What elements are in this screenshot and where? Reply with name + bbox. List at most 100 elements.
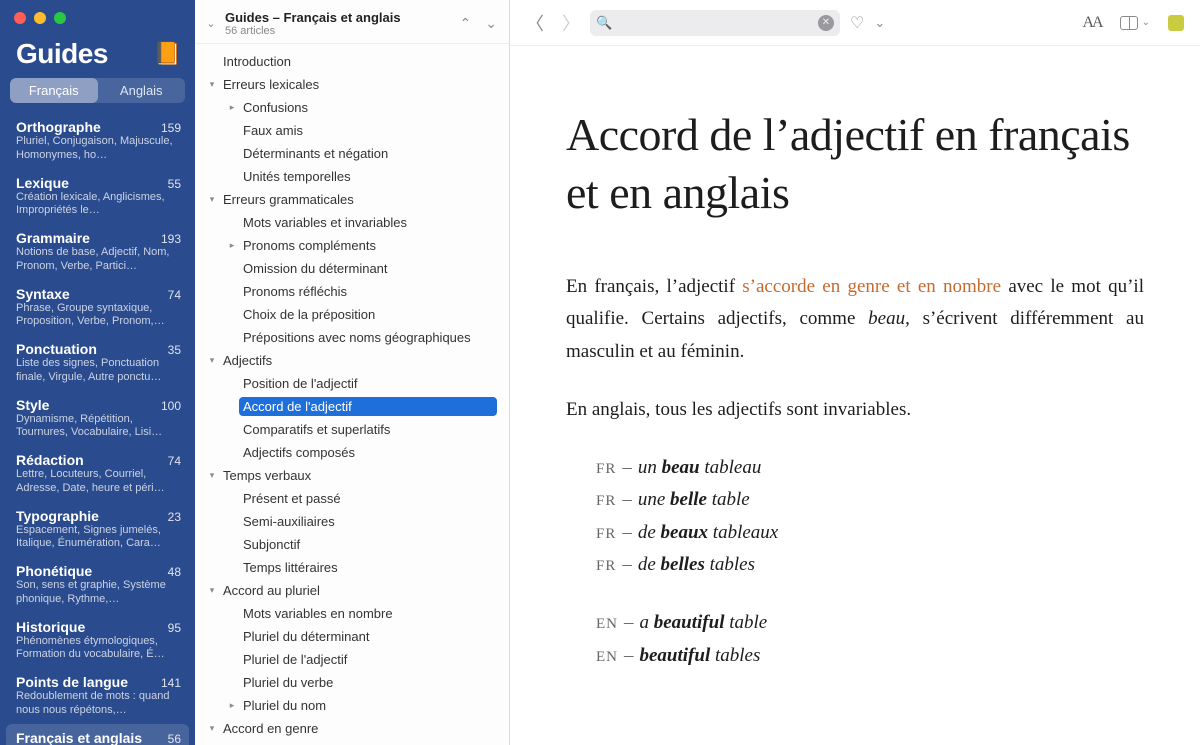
outline-label: Pronoms compléments	[239, 236, 497, 255]
example-lang: FR	[596, 558, 616, 574]
outline-item[interactable]: Faux amis	[199, 119, 505, 142]
outline-item[interactable]: Semi-auxiliaires	[199, 510, 505, 533]
tab-anglais[interactable]: Anglais	[98, 78, 186, 103]
outline-header: ⌄ Guides – Français et anglais 56 articl…	[195, 0, 509, 44]
outline-item[interactable]: Choix de la préposition	[199, 303, 505, 326]
category-title: Typographie	[16, 508, 99, 524]
outline-item[interactable]: Pluriel du nom	[199, 694, 505, 717]
category-title: Historique	[16, 619, 85, 635]
category-item[interactable]: Grammaire193Notions de base, Adjectif, N…	[0, 224, 195, 280]
content-pane: 〈 〉 🔍 ✕ ♡ ⌄ AA ⌄ Accord de l’adjectif en…	[510, 0, 1200, 745]
outline-item[interactable]: Pluriel du verbe	[199, 671, 505, 694]
disclosure-down-icon[interactable]	[205, 79, 219, 90]
outline-label: Mots variables et invariables	[239, 213, 497, 232]
category-item[interactable]: Typographie23Espacement, Signes jumelés,…	[0, 502, 195, 558]
outline-label: Erreurs grammaticales	[219, 190, 497, 209]
minimize-window-button[interactable]	[34, 12, 46, 24]
zoom-window-button[interactable]	[54, 12, 66, 24]
outline-item[interactable]: Pluriel de l'adjectif	[199, 648, 505, 671]
category-sub: Liste des signes, Ponctuation finale, Vi…	[16, 357, 181, 385]
category-item[interactable]: Style100Dynamisme, Répétition, Tournures…	[0, 391, 195, 447]
category-title: Style	[16, 397, 49, 413]
book-icon: 📙	[154, 41, 181, 67]
close-window-button[interactable]	[14, 12, 26, 24]
disclosure-right-icon[interactable]	[225, 240, 239, 251]
outline-item[interactable]: Erreurs grammaticales	[199, 188, 505, 211]
disclosure-down-icon[interactable]	[205, 194, 219, 205]
category-item[interactable]: Lexique55Création lexicale, Anglicismes,…	[0, 169, 195, 225]
outline-item[interactable]: Subjonctif	[199, 533, 505, 556]
outline-item[interactable]: Adjectifs	[199, 349, 505, 372]
disclosure-right-icon[interactable]	[225, 102, 239, 113]
category-title: Phonétique	[16, 563, 92, 579]
outline-next-icon[interactable]: ⌄	[485, 15, 497, 32]
outline-item[interactable]: Présent et passé	[199, 487, 505, 510]
outline-item[interactable]: Omission du déterminant	[199, 257, 505, 280]
outline-item[interactable]: Comparatifs et superlatifs	[199, 418, 505, 441]
example-lang: EN	[596, 616, 618, 632]
outline-item[interactable]: Généralités	[199, 740, 505, 745]
category-item[interactable]: Points de langue141Redoublement de mots …	[0, 668, 195, 724]
outline-item[interactable]: Mots variables et invariables	[199, 211, 505, 234]
favorite-icon[interactable]: ♡	[850, 13, 864, 33]
outline-collapse-icon[interactable]: ⌄	[205, 17, 217, 30]
favorite-menu-icon[interactable]: ⌄	[874, 15, 885, 31]
disclosure-down-icon[interactable]	[205, 355, 219, 366]
outline-item[interactable]: Accord au pluriel	[199, 579, 505, 602]
example-line: FR–de belles tables	[596, 549, 1144, 581]
outline-item[interactable]: Pluriel du déterminant	[199, 625, 505, 648]
category-item[interactable]: Historique95Phénomènes étymologiques, Fo…	[0, 613, 195, 669]
outline-item[interactable]: Temps littéraires	[199, 556, 505, 579]
category-count: 35	[168, 343, 181, 357]
search-clear-icon[interactable]: ✕	[818, 15, 834, 31]
outline-item[interactable]: Accord en genre	[199, 717, 505, 740]
theme-tile-icon[interactable]	[1168, 15, 1184, 31]
outline-label: Position de l'adjectif	[239, 374, 497, 393]
category-item[interactable]: Phonétique48Son, sens et graphie, Systèm…	[0, 557, 195, 613]
outline-item[interactable]: Erreurs lexicales	[199, 73, 505, 96]
outline-item[interactable]: Mots variables en nombre	[199, 602, 505, 625]
disclosure-right-icon[interactable]	[225, 700, 239, 711]
category-title: Grammaire	[16, 230, 90, 246]
category-sub: Création lexicale, Anglicismes, Impropri…	[16, 191, 181, 219]
layout-columns-icon[interactable]	[1120, 16, 1138, 30]
nav-forward-icon[interactable]: 〉	[562, 10, 580, 36]
category-item[interactable]: Ponctuation35Liste des signes, Ponctuati…	[0, 335, 195, 391]
outline-item[interactable]: Pronoms réfléchis	[199, 280, 505, 303]
search-field[interactable]: 🔍 ✕	[590, 10, 840, 36]
category-item[interactable]: Rédaction74Lettre, Locuteurs, Courriel, …	[0, 446, 195, 502]
outline-item[interactable]: Temps verbaux	[199, 464, 505, 487]
outline-label: Confusions	[239, 98, 497, 117]
category-item[interactable]: Français et anglais56Erreurs lexicales, …	[6, 724, 189, 745]
category-item[interactable]: Syntaxe74Phrase, Groupe syntaxique, Prop…	[0, 280, 195, 336]
disclosure-down-icon[interactable]	[205, 470, 219, 481]
outline-item[interactable]: Accord de l'adjectif	[199, 395, 505, 418]
outline-item[interactable]: Introduction	[199, 50, 505, 73]
disclosure-down-icon[interactable]	[205, 585, 219, 596]
disclosure-down-icon[interactable]	[205, 723, 219, 734]
outline-item[interactable]: Position de l'adjectif	[199, 372, 505, 395]
outline-item[interactable]: Pronoms compléments	[199, 234, 505, 257]
category-item[interactable]: Orthographe159Pluriel, Conjugaison, Maju…	[0, 113, 195, 169]
category-count: 23	[168, 510, 181, 524]
outline-item[interactable]: Déterminants et négation	[199, 142, 505, 165]
outline-subtitle: 56 articles	[225, 25, 452, 37]
layout-menu-icon[interactable]: ⌄	[1142, 17, 1150, 28]
outline-label: Faux amis	[239, 121, 497, 140]
outline-label: Adjectifs composés	[239, 443, 497, 462]
example-lang: FR	[596, 526, 616, 542]
outline-item[interactable]: Unités temporelles	[199, 165, 505, 188]
nav-back-icon[interactable]: 〈	[526, 10, 544, 36]
outline-item[interactable]: Confusions	[199, 96, 505, 119]
outline-prev-icon[interactable]: ⌃	[460, 15, 472, 32]
outline-item[interactable]: Prépositions avec noms géographiques	[199, 326, 505, 349]
tab-francais[interactable]: Français	[10, 78, 98, 103]
example-lang: FR	[596, 493, 616, 509]
category-title: Syntaxe	[16, 286, 70, 302]
outline-item[interactable]: Adjectifs composés	[199, 441, 505, 464]
outline-label: Erreurs lexicales	[219, 75, 497, 94]
text-size-icon[interactable]: AA	[1083, 14, 1102, 32]
language-tabs: Français Anglais	[10, 78, 185, 103]
category-sub: Notions de base, Adjectif, Nom, Pronom, …	[16, 246, 181, 274]
search-input[interactable]	[612, 16, 818, 30]
